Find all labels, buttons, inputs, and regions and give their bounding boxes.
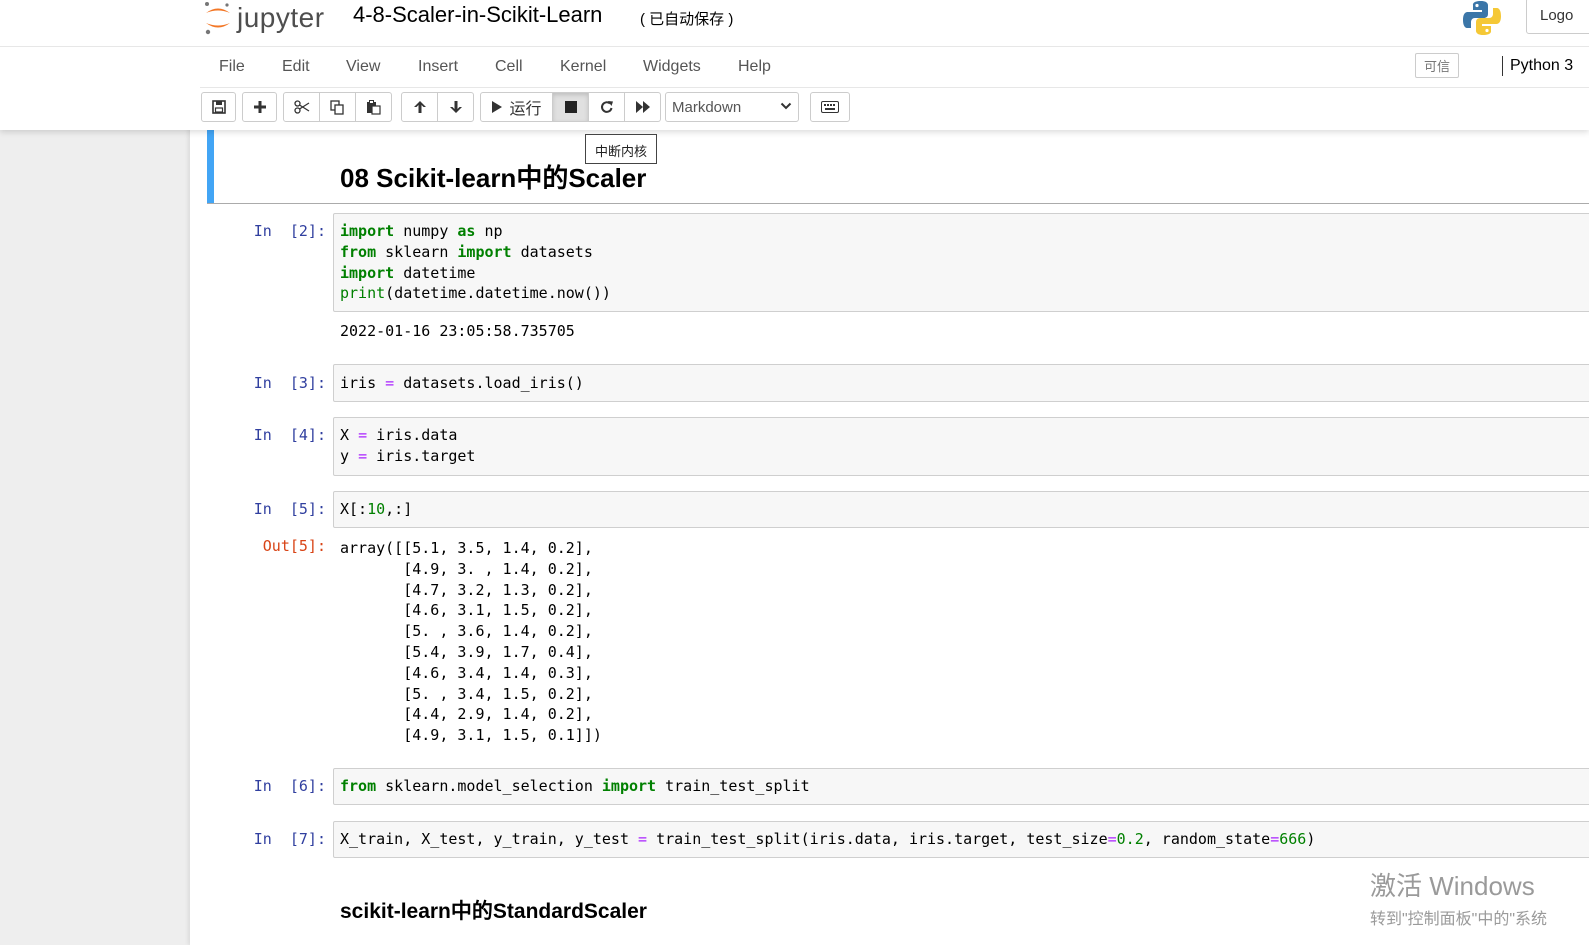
menu-insert[interactable]: Insert bbox=[418, 58, 458, 76]
play-icon bbox=[492, 101, 503, 113]
notebook-header: jupyter 4-8-Scaler-in-Scikit-Learn ( 已自动… bbox=[0, 0, 1589, 130]
menubar: File Edit View Insert Cell Kernel Widget… bbox=[200, 46, 1589, 88]
arrow-down-icon bbox=[449, 101, 462, 113]
chevron-down-icon bbox=[780, 102, 792, 110]
run-button[interactable]: 运行 bbox=[480, 92, 553, 122]
save-group bbox=[201, 92, 236, 122]
menu-view[interactable]: View bbox=[346, 58, 380, 76]
cell-5-output: array([[5.1, 3.5, 1.4, 0.2], [4.9, 3. , … bbox=[340, 539, 602, 745]
move-group bbox=[401, 92, 474, 122]
notebook-title[interactable]: 4-8-Scaler-in-Scikit-Learn bbox=[353, 2, 602, 28]
kernel-name[interactable]: Python 3 bbox=[1510, 57, 1573, 75]
insert-group bbox=[242, 92, 277, 122]
cell-5-input[interactable] bbox=[333, 491, 1589, 528]
jupyter-brand-text: jupyter bbox=[237, 2, 325, 33]
save-icon bbox=[211, 100, 226, 114]
watermark-line-1: 激活 Windows bbox=[1370, 871, 1535, 901]
menu-kernel[interactable]: Kernel bbox=[560, 58, 606, 76]
fast-forward-icon bbox=[635, 101, 650, 113]
restart-run-all-button[interactable] bbox=[624, 92, 661, 122]
plus-icon bbox=[253, 101, 266, 113]
cell-2-code: import numpy as np from sklearn import d… bbox=[340, 222, 611, 303]
cell-3-code: iris = datasets.load_iris() bbox=[340, 374, 584, 392]
run-label: 运行 bbox=[509, 101, 542, 118]
python-logo-icon bbox=[1463, 1, 1501, 35]
cell-6-code: from sklearn.model_selection import trai… bbox=[340, 777, 810, 795]
cell-7-prompt: In [7]: bbox=[253, 830, 326, 848]
arrow-up-icon bbox=[413, 101, 426, 113]
watermark-line-2: 转到"控制面板"中的"系统 bbox=[1370, 911, 1548, 928]
cell-4-code: X = iris.data y = iris.target bbox=[340, 426, 476, 465]
autosave-status: ( 已自动保存 ) bbox=[640, 11, 734, 28]
menu-edit[interactable]: Edit bbox=[282, 58, 310, 76]
menu-help[interactable]: Help bbox=[738, 58, 771, 76]
move-up-button[interactable] bbox=[401, 92, 438, 122]
cell-6-prompt: In [6]: bbox=[253, 777, 326, 795]
selected-cell-border bbox=[207, 203, 1589, 204]
cell-5-out-prompt: Out[5]: bbox=[262, 537, 326, 555]
cell-5-prompt: In [5]: bbox=[253, 500, 326, 518]
trusted-indicator[interactable]: 可信 bbox=[1415, 53, 1459, 78]
copy-button[interactable] bbox=[319, 92, 356, 122]
cell-3-prompt: In [3]: bbox=[253, 374, 326, 392]
keyboard-group bbox=[810, 92, 850, 122]
jupyter-logo[interactable]: jupyter bbox=[203, 0, 325, 36]
cell-2-prompt: In [2]: bbox=[253, 222, 326, 240]
menu-file[interactable]: File bbox=[219, 58, 245, 76]
interrupt-kernel-button[interactable] bbox=[552, 92, 589, 122]
logout-button[interactable]: Logo bbox=[1526, 0, 1589, 34]
command-palette-button[interactable] bbox=[810, 92, 850, 122]
stop-icon bbox=[564, 101, 577, 113]
markdown-heading-standardscaler[interactable]: scikit-learn中的StandardScaler bbox=[340, 895, 647, 925]
clipboard-group bbox=[283, 92, 392, 122]
copy-icon bbox=[330, 99, 344, 115]
kernel-separator bbox=[1502, 56, 1503, 76]
selected-cell-indicator bbox=[207, 130, 214, 203]
insert-cell-button[interactable] bbox=[242, 92, 277, 122]
windows-activation-watermark: 激活 Windows 转到"控制面板"中的"系统 bbox=[1370, 866, 1547, 929]
paste-button[interactable] bbox=[355, 92, 392, 122]
cell-type-value: Markdown bbox=[672, 99, 742, 116]
move-down-button[interactable] bbox=[437, 92, 474, 122]
menu-widgets[interactable]: Widgets bbox=[643, 58, 701, 76]
scissors-icon bbox=[293, 100, 309, 114]
interrupt-kernel-tooltip: 中断内核 bbox=[585, 134, 658, 164]
keyboard-icon bbox=[821, 101, 839, 113]
restart-kernel-button[interactable] bbox=[588, 92, 625, 122]
save-button[interactable] bbox=[201, 92, 236, 122]
jupyter-logo-icon bbox=[205, 2, 230, 35]
cell-4-input[interactable] bbox=[333, 417, 1589, 476]
restart-icon bbox=[600, 101, 613, 113]
paste-icon bbox=[367, 99, 381, 115]
cell-2-output: 2022-01-16 23:05:58.735705 bbox=[340, 322, 575, 340]
cut-button[interactable] bbox=[283, 92, 320, 122]
cell-7-code: X_train, X_test, y_train, y_test = train… bbox=[340, 830, 1316, 848]
menu-cell[interactable]: Cell bbox=[495, 58, 523, 76]
cell-type-select[interactable]: Markdown bbox=[665, 92, 799, 122]
run-group: 运行 bbox=[480, 92, 661, 122]
cell-4-prompt: In [4]: bbox=[253, 426, 326, 444]
cell-5-code: X[:10,:] bbox=[340, 500, 413, 518]
